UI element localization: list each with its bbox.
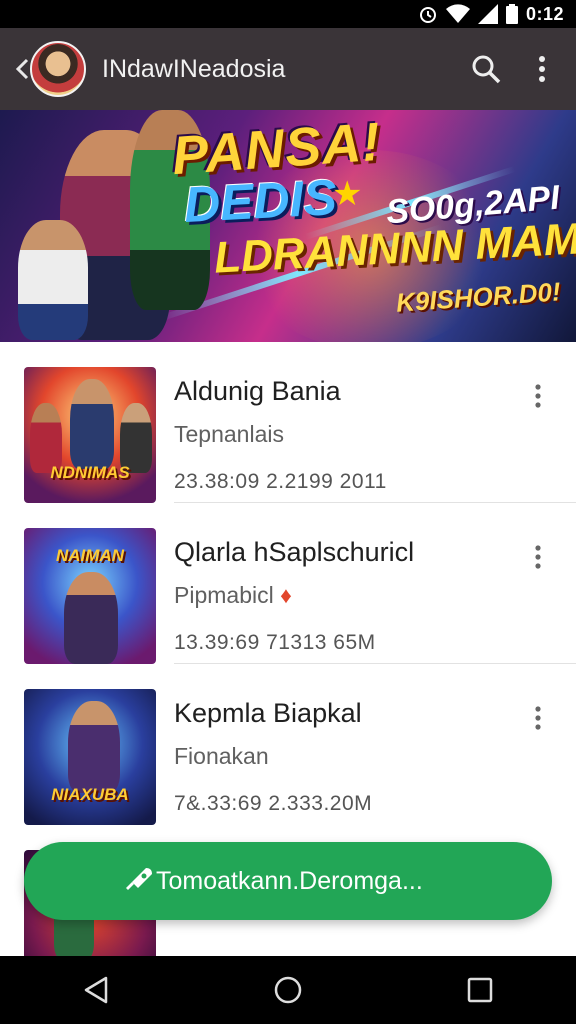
game-thumbnail: NIAXUBA	[24, 689, 156, 825]
item-more-icon[interactable]	[524, 541, 552, 573]
item-info: 13.39:69 71313 65M	[174, 631, 376, 654]
thumbnail-label: NIAXUBA	[51, 785, 129, 804]
item-title: Qlarla hSaplschuricl	[174, 537, 415, 567]
nav-back-icon[interactable]	[66, 960, 126, 1020]
item-info: 23.38:09 2.2199 2011	[174, 470, 387, 493]
battery-icon	[505, 4, 518, 24]
item-info: 7&.33:69 2.333.20M	[174, 792, 373, 815]
wifi-icon	[445, 4, 470, 24]
snackbar-text: Tomoatkann.Deromga...	[156, 866, 423, 895]
list-item[interactable]: NAIMAN Qlarla hSaplschuricl Pipmabicl ♦ …	[0, 503, 576, 664]
app-title: INdawINeadosia	[102, 54, 286, 83]
item-title: Kepmla Biapkal	[174, 698, 362, 728]
star-icon: ★	[332, 175, 363, 213]
clock: 0:12	[525, 3, 564, 24]
thumbnail-label: NAIMAN	[56, 546, 124, 565]
snackbar[interactable]: Tomoatkann.Deromga...	[24, 842, 552, 920]
app-bar: INdawINeadosia	[0, 28, 576, 110]
item-subtitle: Fionakan	[174, 743, 269, 769]
screen: 0:12 INdawINeadosia PANSA! DEDIS ★ SO0g,…	[0, 0, 576, 1024]
alarm-icon	[418, 4, 438, 24]
item-more-icon[interactable]	[524, 380, 552, 412]
item-more-icon[interactable]	[524, 702, 552, 734]
nav-home-icon[interactable]	[258, 960, 318, 1020]
nav-bar	[0, 956, 576, 1024]
item-subtitle: Tepnanlais	[174, 421, 284, 447]
list-item[interactable]: NIAXUBA Kepmla Biapkal Fionakan 7&.33:69…	[0, 664, 576, 825]
status-bar: 0:12	[0, 0, 576, 28]
signal-icon	[477, 4, 498, 24]
game-thumbnail: NDNIMAS	[24, 367, 156, 503]
banner-subheadline: DEDIS	[182, 169, 339, 233]
search-icon[interactable]	[458, 41, 514, 97]
hero-figure	[18, 220, 88, 340]
list-item[interactable]: NDNIMAS Aldunig Bania Tepnanlais 23.38:0…	[0, 342, 576, 503]
more-vert-icon[interactable]	[514, 41, 570, 97]
rocket-icon	[124, 866, 154, 901]
fire-badge-icon: ♦	[280, 582, 292, 608]
item-title: Aldunig Bania	[174, 376, 341, 406]
thumbnail-label: NDNIMAS	[50, 463, 130, 482]
nav-recents-icon[interactable]	[450, 960, 510, 1020]
game-thumbnail: NAIMAN	[24, 528, 156, 664]
promo-banner[interactable]: PANSA! DEDIS ★ SO0g,2API LDRANNNN MAM K9…	[0, 110, 576, 342]
avatar[interactable]	[30, 41, 86, 97]
item-subtitle: Pipmabicl ♦	[174, 582, 292, 608]
